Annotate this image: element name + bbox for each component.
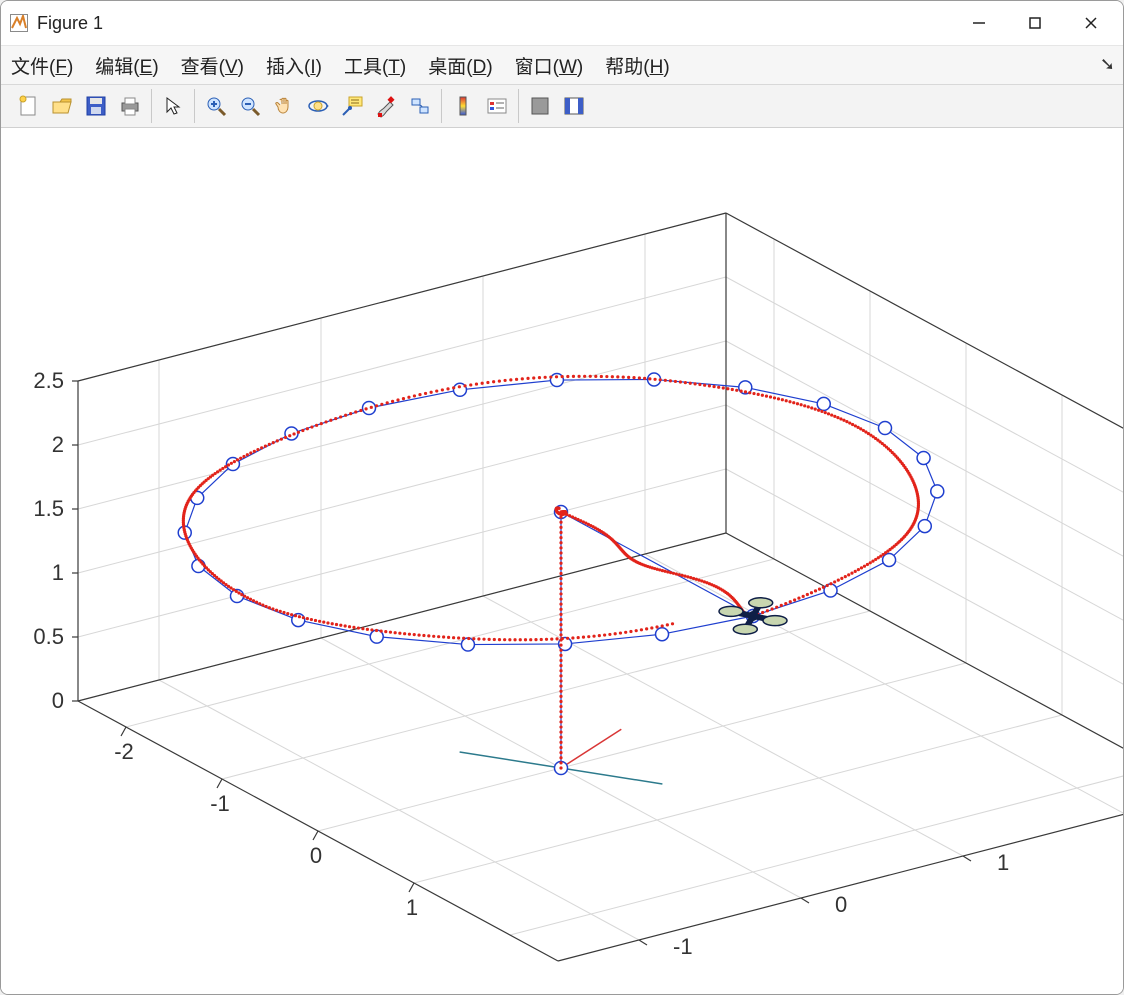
zoom-in-button[interactable] <box>201 91 231 121</box>
svg-text:0: 0 <box>310 843 322 868</box>
menubar: 文件(F) 编辑(E) 查看(V) 插入(I) 工具(T) 桌面(D) 窗口(W… <box>1 46 1123 85</box>
zoom-out-button[interactable] <box>235 91 265 121</box>
close-button[interactable] <box>1063 3 1119 43</box>
svg-text:0: 0 <box>835 892 847 917</box>
toolbar <box>1 85 1123 128</box>
svg-text:2.5: 2.5 <box>33 368 64 393</box>
new-figure-button[interactable] <box>13 91 43 121</box>
svg-text:2: 2 <box>52 432 64 457</box>
menu-help[interactable]: 帮助(H) <box>601 50 673 81</box>
figure-window: Figure 1 文件(F) 编辑(E) 查看(V) 插入(I) 工具(T) 桌… <box>0 0 1124 995</box>
pan-button[interactable] <box>269 91 299 121</box>
save-button[interactable] <box>81 91 111 121</box>
menu-tools[interactable]: 工具(T) <box>340 50 410 81</box>
show-plot-tools-button[interactable] <box>559 91 589 121</box>
insert-legend-button[interactable] <box>482 91 512 121</box>
data-cursor-button[interactable] <box>337 91 367 121</box>
svg-text:0.5: 0.5 <box>33 624 64 649</box>
svg-text:1: 1 <box>997 850 1009 875</box>
hide-plot-tools-button[interactable] <box>525 91 555 121</box>
print-button[interactable] <box>115 91 145 121</box>
axes-3d[interactable]: 00.511.522.5-2-101-1012 <box>1 128 1123 994</box>
dock-arrow-icon[interactable]: ➘ <box>1100 54 1115 75</box>
maximize-button[interactable] <box>1007 3 1063 43</box>
minimize-button[interactable] <box>951 3 1007 43</box>
brush-button[interactable] <box>371 91 401 121</box>
matlab-icon <box>9 13 29 33</box>
svg-text:1: 1 <box>52 560 64 585</box>
svg-text:1.5: 1.5 <box>33 496 64 521</box>
rotate-3d-button[interactable] <box>303 91 333 121</box>
menu-desktop[interactable]: 桌面(D) <box>424 50 496 81</box>
svg-text:1: 1 <box>406 895 418 920</box>
menu-edit[interactable]: 编辑(E) <box>91 50 162 81</box>
svg-text:-1: -1 <box>673 934 693 959</box>
menu-insert[interactable]: 插入(I) <box>262 50 326 81</box>
pointer-button[interactable] <box>158 91 188 121</box>
link-plots-button[interactable] <box>405 91 435 121</box>
svg-text:-2: -2 <box>114 739 134 764</box>
open-button[interactable] <box>47 91 77 121</box>
menu-view[interactable]: 查看(V) <box>177 50 248 81</box>
menu-file[interactable]: 文件(F) <box>7 50 77 81</box>
svg-text:0: 0 <box>52 688 64 713</box>
menu-window[interactable]: 窗口(W) <box>511 50 588 81</box>
titlebar[interactable]: Figure 1 <box>1 1 1123 46</box>
window-title: Figure 1 <box>37 13 103 34</box>
svg-text:-1: -1 <box>210 791 230 816</box>
insert-colorbar-button[interactable] <box>448 91 478 121</box>
